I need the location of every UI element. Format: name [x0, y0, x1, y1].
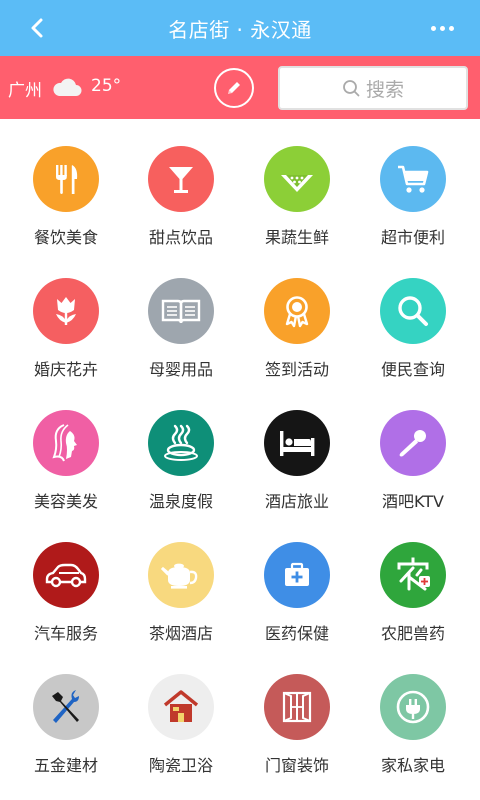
- category-beauty-hair[interactable]: 美容美发: [6, 383, 126, 515]
- category-checkin-events[interactable]: 签到活动: [237, 251, 357, 383]
- car-icon: [33, 542, 99, 608]
- category-hot-spring[interactable]: 温泉度假: [121, 383, 241, 515]
- category-desserts-drinks[interactable]: 甜点饮品: [121, 119, 241, 251]
- category-label: 母婴用品: [148, 360, 213, 379]
- tulip-icon: [33, 278, 99, 344]
- category-label: 甜点饮品: [148, 228, 213, 247]
- temperature: 25°: [91, 76, 122, 96]
- category-tea-tobacco-liquor[interactable]: 茶烟酒店: [121, 515, 241, 647]
- category-label: 医药保健: [264, 624, 329, 643]
- category-public-query[interactable]: 便民查询: [353, 251, 473, 383]
- category-agri-vet[interactable]: 农肥兽药: [353, 515, 473, 647]
- category-label: 酒店旅业: [264, 492, 329, 511]
- more-button[interactable]: [422, 13, 462, 43]
- category-doors-windows[interactable]: 门窗装饰: [237, 647, 357, 779]
- search-box[interactable]: 搜索: [278, 66, 468, 110]
- category-bar-ktv[interactable]: 酒吧KTV: [353, 383, 473, 515]
- category-label: 汽车服务: [33, 624, 98, 643]
- category-label: 家私家电: [380, 756, 445, 775]
- category-label: 婚庆花卉: [33, 360, 98, 379]
- category-label: 五金建材: [33, 756, 98, 775]
- more-dots-icon: [430, 25, 436, 31]
- search-placeholder: 搜索: [365, 78, 404, 101]
- category-label: 果蔬生鲜: [264, 228, 329, 247]
- shopping-cart-icon: [380, 146, 446, 212]
- chevron-left-icon: [31, 18, 43, 38]
- nong-character-icon: [380, 542, 446, 608]
- category-label: 茶烟酒店: [148, 624, 213, 643]
- city-label[interactable]: 广州: [8, 76, 42, 101]
- bed-icon: [264, 410, 330, 476]
- category-wedding-flowers[interactable]: 婚庆花卉: [6, 251, 126, 383]
- cocktail-glass-icon: [148, 146, 214, 212]
- power-plug-icon: [380, 674, 446, 740]
- back-button[interactable]: [22, 13, 52, 43]
- category-label: 门窗装饰: [264, 756, 329, 775]
- open-book-icon: [148, 278, 214, 344]
- page-title: 名店街 · 永汉通: [168, 17, 312, 42]
- category-supermarket[interactable]: 超市便利: [353, 119, 473, 251]
- magnifier-icon: [380, 278, 446, 344]
- category-hotel[interactable]: 酒店旅业: [237, 383, 357, 515]
- category-grid: 餐饮美食 甜点饮品 果蔬生鲜 超市便利 婚庆花卉 母婴用品 签到活动 便民查询 …: [0, 119, 480, 800]
- category-fruit-veg[interactable]: 果蔬生鲜: [237, 119, 357, 251]
- medical-kit-icon: [264, 542, 330, 608]
- category-dining[interactable]: 餐饮美食: [6, 119, 126, 251]
- category-medicine-health[interactable]: 医药保健: [237, 515, 357, 647]
- search-icon: [343, 80, 360, 97]
- window-icon: [264, 674, 330, 740]
- watermelon-icon: [264, 146, 330, 212]
- cloud-icon: [52, 77, 82, 97]
- edit-button[interactable]: [214, 68, 254, 108]
- house-icon: [148, 674, 214, 740]
- category-label: 便民查询: [380, 360, 445, 379]
- category-label: 餐饮美食: [33, 228, 98, 247]
- microphone-icon: [380, 410, 446, 476]
- teapot-icon: [148, 542, 214, 608]
- category-label: 超市便利: [380, 228, 445, 247]
- category-label: 酒吧KTV: [382, 492, 444, 511]
- pencil-icon: [228, 82, 240, 94]
- category-label: 农肥兽药: [380, 624, 445, 643]
- category-label: 温泉度假: [148, 492, 213, 511]
- category-label: 签到活动: [264, 360, 329, 379]
- category-ceramics-bathroom[interactable]: 陶瓷卫浴: [121, 647, 241, 779]
- category-mother-baby[interactable]: 母婴用品: [121, 251, 241, 383]
- tools-icon: [33, 674, 99, 740]
- category-label: 陶瓷卫浴: [148, 756, 213, 775]
- category-furniture-appliance[interactable]: 家私家电: [353, 647, 473, 779]
- title-bar: 名店街 · 永汉通: [0, 0, 480, 56]
- hot-spring-icon: [148, 410, 214, 476]
- category-label: 美容美发: [33, 492, 98, 511]
- category-car-service[interactable]: 汽车服务: [6, 515, 126, 647]
- category-hardware[interactable]: 五金建材: [6, 647, 126, 779]
- info-bar: 广州 25° 搜索: [0, 56, 480, 119]
- woman-profile-icon: [33, 410, 99, 476]
- fork-knife-icon: [33, 146, 99, 212]
- medal-icon: [264, 278, 330, 344]
